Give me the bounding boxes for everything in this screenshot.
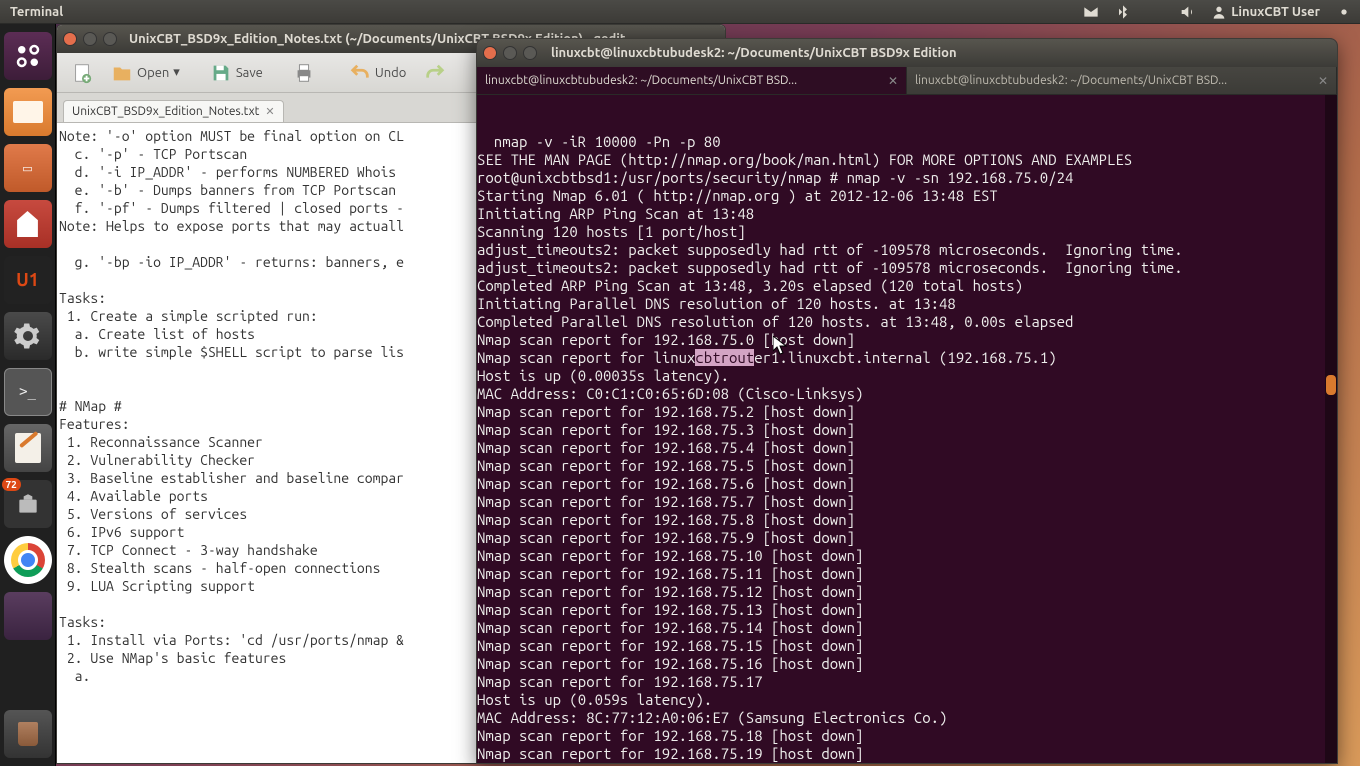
terminal-tab[interactable]: linuxcbt@linuxcbtubudesk2: ~/Documents/U… <box>477 67 907 94</box>
focused-app-name: Terminal <box>0 5 63 19</box>
session-icon[interactable] <box>1328 4 1360 20</box>
mail-indicator-icon[interactable] <box>1075 4 1107 20</box>
terminal-title: linuxcbt@linuxcbtubudesk2: ~/Documents/U… <box>551 46 957 60</box>
network-icon[interactable] <box>1139 4 1171 20</box>
terminal-window: linuxcbt@linuxcbtubudesk2: ~/Documents/U… <box>476 38 1338 764</box>
undo-button[interactable]: Undo <box>343 58 413 88</box>
terminal-tab[interactable]: linuxcbt@linuxcbtubudesk2: ~/Documents/U… <box>907 67 1337 94</box>
user-menu[interactable]: LinuxCBT User <box>1203 4 1328 20</box>
chrome-launcher-icon[interactable] <box>4 536 52 584</box>
maximize-button[interactable] <box>103 32 117 46</box>
scrollbar[interactable] <box>1325 95 1337 763</box>
close-button[interactable] <box>483 46 497 60</box>
workspace-switcher-icon[interactable] <box>4 592 52 640</box>
system-settings-icon[interactable] <box>4 312 52 360</box>
new-doc-button[interactable] <box>65 58 99 88</box>
trash-icon[interactable] <box>4 710 52 758</box>
terminal-titlebar[interactable]: linuxcbt@linuxcbtubudesk2: ~/Documents/U… <box>477 39 1337 67</box>
user-name: LinuxCBT User <box>1231 5 1320 19</box>
maximize-button[interactable] <box>523 46 537 60</box>
terminal-tab-bar: linuxcbt@linuxcbtubudesk2: ~/Documents/U… <box>477 67 1337 95</box>
close-button[interactable] <box>63 32 77 46</box>
gedit-tab[interactable]: UnixCBT_BSD9x_Edition_Notes.txt ✕ <box>63 100 284 122</box>
close-tab-icon[interactable]: ✕ <box>888 74 898 88</box>
updates-badge: 72 <box>2 478 21 491</box>
terminal-launcher-icon[interactable] <box>4 368 52 416</box>
redo-button[interactable] <box>418 58 452 88</box>
terminal-tab-label: linuxcbt@linuxcbtubudesk2: ~/Documents/U… <box>915 74 1227 87</box>
open-button[interactable]: Open ▾ <box>105 58 186 88</box>
save-button[interactable]: Save <box>204 58 269 88</box>
gedit-tab-label: UnixCBT_BSD9x_Edition_Notes.txt <box>72 105 259 118</box>
minimize-button[interactable] <box>503 46 517 60</box>
ubuntu-one-icon[interactable] <box>4 256 52 304</box>
nautilus-launcher-icon[interactable] <box>4 88 52 136</box>
gedit-launcher-icon[interactable] <box>4 424 52 472</box>
unity-launcher: ▭ 72 <box>0 24 56 766</box>
dash-home-icon[interactable] <box>4 32 52 80</box>
terminal-tab-label: linuxcbt@linuxcbtubudesk2: ~/Documents/U… <box>485 74 797 87</box>
scrollbar-thumb[interactable] <box>1326 375 1336 395</box>
software-center-icon[interactable] <box>4 200 52 248</box>
top-panel: Terminal LinuxCBT User <box>0 0 1360 24</box>
close-tab-icon[interactable]: ✕ <box>1318 74 1328 88</box>
minimize-button[interactable] <box>83 32 97 46</box>
bluetooth-icon[interactable] <box>1107 4 1139 20</box>
terminal-output[interactable]: nmap -v -iR 10000 -Pn -p 80SEE THE MAN P… <box>477 95 1337 763</box>
software-updater-icon[interactable]: 72 <box>4 480 52 528</box>
close-tab-icon[interactable]: ✕ <box>265 105 274 118</box>
libreoffice-impress-icon[interactable]: ▭ <box>4 144 52 192</box>
print-button[interactable] <box>287 58 321 88</box>
sound-icon[interactable] <box>1171 4 1203 20</box>
